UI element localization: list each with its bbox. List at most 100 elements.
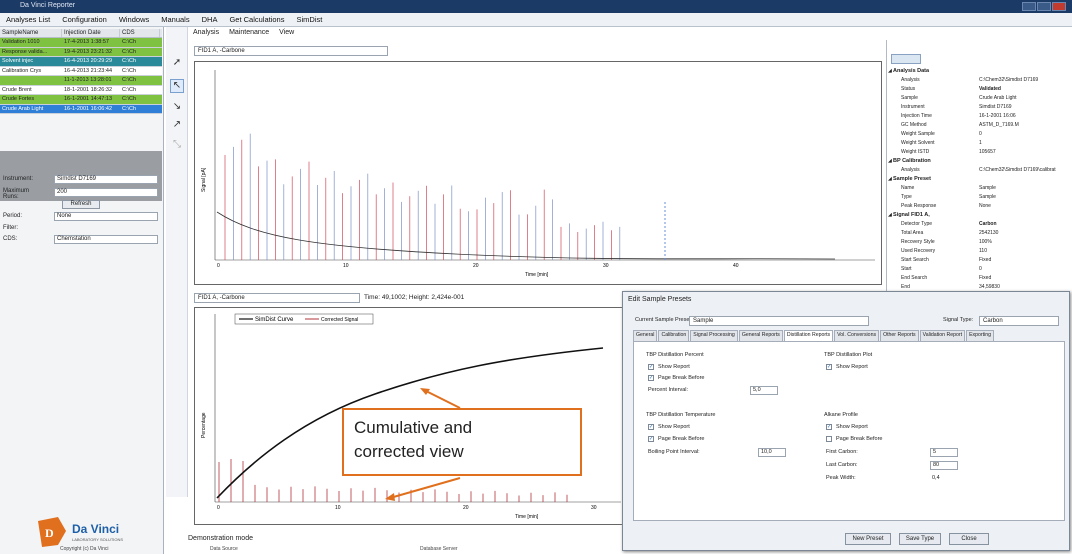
menu-configuration[interactable]: Configuration	[56, 13, 113, 26]
disabled-tool-icon[interactable]: ⤡	[170, 139, 184, 153]
show-report-checkbox[interactable]: ✓	[826, 424, 832, 430]
tab-distillation-reports[interactable]: Distillation Reports	[783, 330, 834, 341]
menu-windows[interactable]: Windows	[113, 13, 155, 26]
menu-manuals[interactable]: Manuals	[155, 13, 195, 26]
checkbox-label: Show Report	[836, 364, 868, 370]
property-row[interactable]: Weight Solvent 1	[887, 140, 1072, 147]
tab-general-reports[interactable]: General Reports	[738, 330, 783, 341]
table-row[interactable]: Crude Fortes 16-1-2001 14:47:13 C:\Ch	[0, 95, 162, 105]
property-key: Start Search	[901, 257, 929, 263]
chromatogram-plot[interactable]: Signal [pA] Time [min] 0 10 20 30 40	[194, 61, 882, 285]
property-row[interactable]: Detector Type Carbon	[887, 221, 1072, 228]
property-section[interactable]: Analysis Data ◢	[887, 68, 1072, 75]
cds-select[interactable]: Chemstation	[54, 235, 158, 244]
property-key: Name	[901, 185, 915, 191]
page-break-checkbox[interactable]: ✓	[648, 375, 654, 381]
baseline-tool-icon[interactable]: ↘	[170, 101, 184, 115]
property-section[interactable]: BP Calibration ◢	[887, 158, 1072, 165]
menu-get-calculations[interactable]: Get Calculations	[223, 13, 290, 26]
column-header[interactable]: SampleName	[0, 29, 62, 37]
property-row[interactable]: Used Recovery 110	[887, 248, 1072, 255]
expand-icon[interactable]: ◢	[888, 212, 892, 219]
property-row[interactable]: Instrument Simdist D7169	[887, 104, 1072, 111]
close-button[interactable]	[1052, 2, 1066, 11]
first-carbon-input[interactable]: 5	[930, 448, 958, 457]
tab-exporting[interactable]: Exporting	[966, 330, 994, 341]
pointer-tool-icon[interactable]: ➚	[170, 57, 184, 71]
page-break-checkbox[interactable]	[826, 436, 832, 442]
property-row[interactable]: End 34,59830	[887, 284, 1072, 291]
expand-icon[interactable]: ◢	[888, 158, 892, 165]
property-row[interactable]: GC Method ASTM_D_7169.M	[887, 122, 1072, 129]
show-report-checkbox[interactable]: ✓	[648, 424, 654, 430]
close-dialog-button[interactable]: Close	[949, 533, 989, 545]
integrate-tool-icon[interactable]: ↗	[170, 119, 184, 133]
menu-analyses-list[interactable]: Analyses List	[0, 13, 56, 26]
checkbox-label: Show Report	[836, 424, 868, 430]
property-row[interactable]: Total Area 2542130	[887, 230, 1072, 237]
signal-type-select[interactable]: Carbon	[979, 316, 1059, 326]
signal-select-bottom[interactable]: FID1 A, -Carbone	[194, 293, 360, 303]
last-carbon-input[interactable]: 80	[930, 461, 958, 470]
table-row[interactable]: Crude Brent 18-1-2001 18:26:32 C:\Ch	[0, 85, 162, 95]
property-key: Recovery Style	[901, 239, 935, 245]
new-preset-button[interactable]: New Preset	[845, 533, 891, 545]
percent-interval-input[interactable]: 5,0	[750, 386, 778, 395]
property-row[interactable]: Peak Response None	[887, 203, 1072, 210]
property-section[interactable]: Sample Preset ◢	[887, 176, 1072, 183]
table-row[interactable]: 11-1-2013 13:28:01 C:\Ch	[0, 76, 162, 86]
minimize-button[interactable]	[1022, 2, 1036, 11]
table-row[interactable]: Solvent injec 16-4-2013 20:29:29 C:\Ch	[0, 57, 162, 67]
show-report-checkbox[interactable]: ✓	[826, 364, 832, 370]
property-row[interactable]: End Search Fixed	[887, 275, 1072, 282]
property-row[interactable]: Analysis C:\Chem32\Simdist D7169	[887, 77, 1072, 84]
bp-interval-input[interactable]: 10,0	[758, 448, 786, 457]
tab-analysis[interactable]: Analysis	[188, 27, 224, 38]
save-type-button[interactable]: Save Type	[899, 533, 941, 545]
property-row[interactable]: Weight Sample 0	[887, 131, 1072, 138]
tab-calibration[interactable]: Calibration	[658, 330, 690, 341]
zoom-tool-icon[interactable]: ↖	[170, 79, 184, 93]
tab-vol-conversions[interactable]: Vol. Conversions	[834, 330, 880, 341]
property-row[interactable]: Weight ISTD 105657	[887, 149, 1072, 156]
property-key: Analysis Data	[893, 68, 930, 74]
property-row[interactable]: Analysis C:\Chem32\Simdist D7169\calibrat	[887, 167, 1072, 174]
refresh-button[interactable]: Refresh	[62, 200, 100, 209]
property-row[interactable]: Recovery Style 100%	[887, 239, 1072, 246]
menu-dha[interactable]: DHA	[196, 13, 224, 26]
table-row[interactable]: Validation 1010 17-4-2013 1:38:57 C:\Ch	[0, 38, 162, 48]
maximize-button[interactable]	[1037, 2, 1051, 11]
signal-select-top[interactable]: FID1 A, -Carbone	[194, 46, 388, 56]
status-bar: Demonstration mode	[188, 535, 253, 542]
preset-select[interactable]: Sample	[689, 316, 869, 326]
property-row[interactable]: Sample Crude Arab Light	[887, 95, 1072, 102]
show-report-checkbox[interactable]: ✓	[648, 364, 654, 370]
column-header[interactable]: CDS	[120, 29, 160, 37]
sort-toolbar[interactable]	[891, 54, 921, 64]
tab-validation-report[interactable]: Validation Report	[919, 330, 966, 341]
period-select[interactable]: None	[54, 212, 158, 221]
expand-icon[interactable]: ◢	[888, 68, 892, 75]
page-break-checkbox[interactable]: ✓	[648, 436, 654, 442]
property-row[interactable]: Start 0	[887, 266, 1072, 273]
property-key: End Search	[901, 275, 928, 281]
tab-view[interactable]: View	[274, 27, 299, 38]
property-section[interactable]: Signal FID1 A, ◢	[887, 212, 1072, 219]
maxruns-input[interactable]: 200	[54, 188, 158, 197]
property-row[interactable]: Name Sample	[887, 185, 1072, 192]
property-row[interactable]: Injection Time 16-1-2001 16:06	[887, 113, 1072, 120]
expand-icon[interactable]: ◢	[888, 176, 892, 183]
property-row[interactable]: Status Validated	[887, 86, 1072, 93]
table-row[interactable]: Calibration Crys 16-4-2013 21:23:44 C:\Ch	[0, 66, 162, 76]
property-row[interactable]: Start Search Fixed	[887, 257, 1072, 264]
instrument-select[interactable]: Simdist D7169	[54, 175, 158, 184]
table-row[interactable]: Crude Arab Light 16-1-2001 16:06:42 C:\Ch	[0, 104, 162, 114]
tab-signal-processing[interactable]: Signal Processing	[690, 330, 738, 341]
column-header[interactable]: Injection Date	[62, 29, 120, 37]
property-row[interactable]: Type Sample	[887, 194, 1072, 201]
tab-general[interactable]: General	[633, 330, 658, 341]
tab-other-reports[interactable]: Other Reports	[880, 330, 919, 341]
table-row[interactable]: Response valida... 19-4-2013 23:21:32 C:\C…	[0, 47, 162, 57]
tab-maintenance[interactable]: Maintenance	[224, 27, 274, 38]
menu-simdist[interactable]: SimDist	[290, 13, 328, 26]
